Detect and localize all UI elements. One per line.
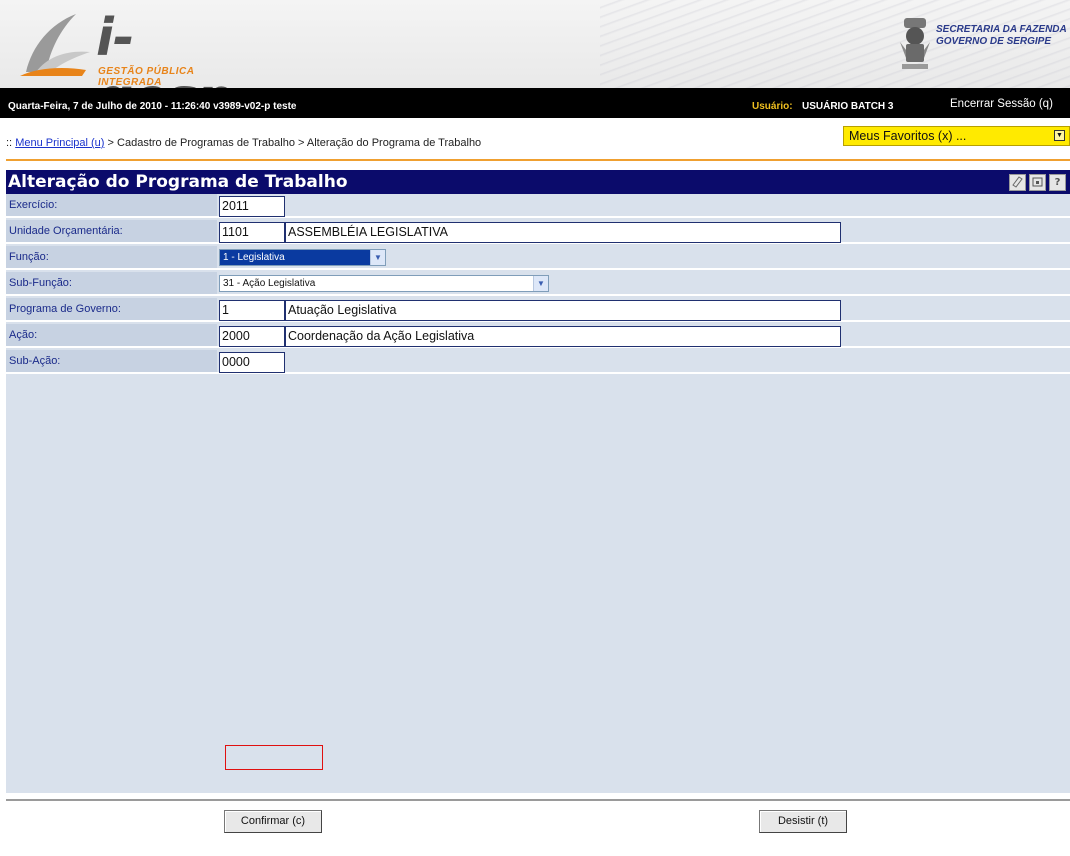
eraser-icon[interactable]	[1009, 174, 1026, 191]
page: i-gesp GESTÃO PÚBLICA INTEGRADA SECRETAR…	[0, 0, 1070, 856]
secretaria-label: SECRETARIA DA FAZENDA GOVERNO DE SERGIPE	[936, 24, 1070, 48]
chevron-down-icon[interactable]: ▼	[370, 250, 385, 265]
programa-name-field[interactable]: Atuação Legislativa	[285, 300, 841, 321]
breadcrumb-level2: Alteração do Programa de Trabalho	[306, 137, 482, 149]
row-acao: Ação: 2000 Coordenação da Ação Legislati…	[6, 324, 1070, 348]
user-label: Usuário:	[752, 101, 793, 112]
funcao-label: Função:	[6, 246, 217, 268]
confirm-button[interactable]: Confirmar (c)	[224, 810, 322, 833]
panel-toolbar: ?	[1009, 174, 1066, 191]
unidade-name-field[interactable]: ASSEMBLÉIA LEGISLATIVA	[285, 222, 841, 243]
row-programa: Programa de Governo: 1 Atuação Legislati…	[6, 298, 1070, 322]
acao-label: Ação:	[6, 324, 217, 346]
exercicio-field[interactable]: 2011	[219, 196, 285, 217]
validation-message-box	[225, 745, 323, 770]
page-title: Alteração do Programa de Trabalho	[8, 172, 348, 192]
logout-link[interactable]: Encerrar Sessão (q)	[950, 98, 1053, 110]
row-unidade: Unidade Orçamentária: 1101 ASSEMBLÉIA LE…	[6, 220, 1070, 244]
row-funcao: Função: 1 - Legislativa ▼	[6, 246, 1070, 270]
cancel-button[interactable]: Desistir (t)	[759, 810, 847, 833]
unidade-label: Unidade Orçamentária:	[6, 220, 217, 242]
form-panel: Alteração do Programa de Trabalho ? Exer…	[6, 170, 1070, 793]
funcao-select[interactable]: 1 - Legislativa ▼	[219, 249, 386, 266]
chevron-down-icon[interactable]: ▼	[533, 276, 548, 291]
row-subfuncao: Sub-Função: 31 - Ação Legislativa ▼	[6, 272, 1070, 296]
subacao-field[interactable]: 0000	[219, 352, 285, 373]
date-version-text: Quarta-Feira, 7 de Julho de 2010 - 11:26…	[8, 101, 297, 112]
breadcrumb-home-link[interactable]: Menu Principal (u)	[15, 137, 104, 149]
print-icon[interactable]	[1029, 174, 1046, 191]
breadcrumb-level1: Cadastro de Programas de Trabalho	[117, 137, 295, 149]
logo-subtitle: GESTÃO PÚBLICA INTEGRADA	[98, 66, 195, 88]
breadcrumb: :: Menu Principal (u) > Cadastro de Prog…	[6, 137, 481, 149]
panel-title-bar: Alteração do Programa de Trabalho ?	[6, 170, 1070, 194]
programa-label: Programa de Governo:	[6, 298, 217, 320]
subfuncao-label: Sub-Função:	[6, 272, 217, 294]
acao-code-field[interactable]: 2000	[219, 326, 285, 347]
breadcrumb-prefix: ::	[6, 137, 13, 149]
acao-name-field[interactable]: Coordenação da Ação Legislativa	[285, 326, 841, 347]
dropdown-arrow-icon[interactable]: ▼	[1054, 130, 1065, 141]
subfuncao-select[interactable]: 31 - Ação Legislativa ▼	[219, 275, 549, 292]
secretaria-line2: GOVERNO DE SERGIPE	[936, 36, 1052, 47]
programa-code-field[interactable]: 1	[219, 300, 285, 321]
footer-divider	[6, 799, 1070, 801]
header-divider	[6, 159, 1070, 161]
subfuncao-selected-value: 31 - Ação Legislativa	[223, 278, 316, 289]
header-banner: i-gesp GESTÃO PÚBLICA INTEGRADA SECRETAR…	[0, 0, 1070, 88]
exercicio-label: Exercício:	[6, 194, 217, 216]
row-exercicio: Exercício: 2011	[6, 194, 1070, 218]
subacao-label: Sub-Ação:	[6, 350, 217, 372]
breadcrumb-separator: >	[298, 137, 305, 149]
help-icon[interactable]: ?	[1049, 174, 1066, 191]
favorites-label: Meus Favoritos (x) ...	[849, 129, 967, 143]
sergipe-crest-icon	[900, 18, 930, 69]
funcao-selected-value: 1 - Legislativa	[223, 252, 285, 263]
row-subacao: Sub-Ação: 0000	[6, 350, 1070, 374]
status-bar: Quarta-Feira, 7 de Julho de 2010 - 11:26…	[0, 88, 1070, 118]
breadcrumb-separator: >	[107, 137, 114, 149]
unidade-code-field[interactable]: 1101	[219, 222, 285, 243]
igesp-swoosh-icon	[20, 14, 90, 76]
secretaria-line1: SECRETARIA DA FAZENDA	[936, 24, 1067, 35]
igesp-logo: i-gesp GESTÃO PÚBLICA INTEGRADA	[16, 6, 246, 88]
user-name: USUÁRIO BATCH 3	[802, 101, 894, 112]
favorites-dropdown[interactable]: Meus Favoritos (x) ... ▼	[843, 126, 1070, 146]
